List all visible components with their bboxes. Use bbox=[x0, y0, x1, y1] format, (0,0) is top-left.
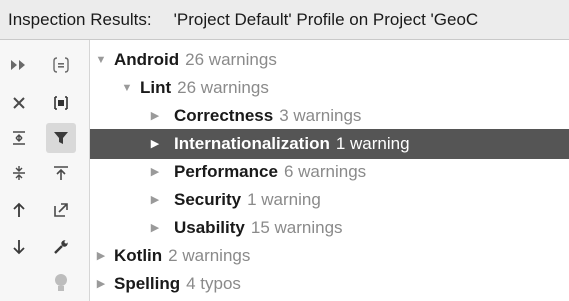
node-name: Android bbox=[114, 50, 180, 69]
collapsed-arrow-icon[interactable]: ▶ bbox=[94, 269, 108, 299]
node-name: Usability bbox=[174, 218, 245, 237]
close-icon[interactable] bbox=[4, 88, 34, 118]
node-count: 3 warnings bbox=[279, 106, 362, 125]
collapsed-arrow-icon[interactable]: ▶ bbox=[148, 185, 162, 215]
expand-tree-icon[interactable] bbox=[4, 123, 34, 153]
inspection-results-tree: ▼ Android 26 warnings ▼ Lint 26 warnings ▶… bbox=[90, 40, 569, 301]
node-name: Internationalization bbox=[174, 134, 330, 153]
tree-node-internationalization[interactable]: ▶ Internationalization 1 warning bbox=[90, 129, 569, 159]
node-count: 1 warning bbox=[335, 134, 410, 153]
node-count: 15 warnings bbox=[250, 218, 343, 237]
inspection-results-header: Inspection Results: 'Project Default' Pro… bbox=[0, 0, 569, 40]
node-count: 4 typos bbox=[186, 274, 241, 293]
quick-fix-icon[interactable] bbox=[46, 268, 76, 298]
tree-node-usability[interactable]: ▶ Usability 15 warnings bbox=[90, 213, 569, 243]
node-name: Lint bbox=[140, 78, 172, 97]
autoscroll-to-source-icon[interactable] bbox=[46, 158, 76, 188]
tree-node-performance[interactable]: ▶ Performance 6 warnings bbox=[90, 157, 569, 187]
group-by-directory-icon[interactable] bbox=[46, 88, 76, 118]
node-count: 26 warnings bbox=[185, 50, 277, 69]
expand-all-icon[interactable] bbox=[4, 50, 34, 80]
next-problem-icon[interactable] bbox=[4, 232, 34, 262]
collapsed-arrow-icon[interactable]: ▶ bbox=[148, 213, 162, 243]
tree-node-lint[interactable]: ▼ Lint 26 warnings bbox=[90, 73, 569, 103]
profile-label: 'Project Default' Profile on Project 'Ge… bbox=[173, 10, 479, 29]
group-by-severity-icon[interactable] bbox=[46, 50, 76, 80]
collapsed-arrow-icon[interactable]: ▶ bbox=[94, 241, 108, 271]
collapsed-arrow-icon[interactable]: ▶ bbox=[148, 101, 162, 131]
collapse-tree-icon[interactable] bbox=[4, 158, 34, 188]
node-name: Performance bbox=[174, 162, 278, 181]
collapsed-arrow-icon[interactable]: ▶ bbox=[148, 129, 162, 159]
tree-node-security[interactable]: ▶ Security 1 warning bbox=[90, 185, 569, 215]
export-icon[interactable] bbox=[46, 195, 76, 225]
inspection-toolbar bbox=[0, 40, 90, 301]
header-title: Inspection Results: bbox=[8, 10, 152, 29]
tree-node-spelling[interactable]: ▶ Spelling 4 typos bbox=[90, 269, 569, 299]
node-name: Security bbox=[174, 190, 242, 209]
expanded-arrow-icon[interactable]: ▼ bbox=[120, 73, 134, 103]
edit-settings-icon[interactable] bbox=[46, 232, 76, 262]
collapsed-arrow-icon[interactable]: ▶ bbox=[148, 157, 162, 187]
tree-node-correctness[interactable]: ▶ Correctness 3 warnings bbox=[90, 101, 569, 131]
node-name: Kotlin bbox=[114, 246, 163, 265]
node-count: 6 warnings bbox=[283, 162, 367, 181]
tree-node-kotlin[interactable]: ▶ Kotlin 2 warnings bbox=[90, 241, 569, 271]
node-count: 26 warnings bbox=[177, 78, 269, 97]
node-name: Correctness bbox=[174, 106, 274, 125]
expanded-arrow-icon[interactable]: ▼ bbox=[94, 45, 108, 75]
tree-node-android[interactable]: ▼ Android 26 warnings bbox=[90, 45, 569, 75]
node-name: Spelling bbox=[114, 274, 181, 293]
filter-icon[interactable] bbox=[46, 123, 76, 153]
node-count: 2 warnings bbox=[168, 246, 251, 265]
node-count: 1 warning bbox=[247, 190, 321, 209]
previous-problem-icon[interactable] bbox=[4, 195, 34, 225]
